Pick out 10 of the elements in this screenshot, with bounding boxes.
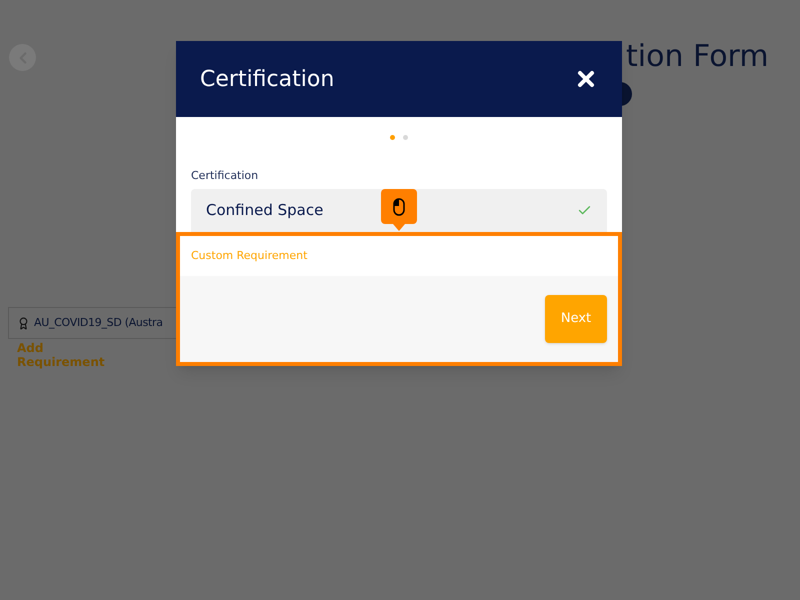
page-title: tion Form xyxy=(626,38,769,76)
custom-requirement-label: Custom Requirement xyxy=(191,248,308,264)
add-requirement-link[interactable]: Add Requirement xyxy=(17,341,107,369)
select-field[interactable]: Confined Space xyxy=(191,188,607,232)
award-icon xyxy=(17,316,30,330)
modal-title: Certification xyxy=(200,66,334,94)
mouse-icon xyxy=(393,198,405,216)
requirement-label: AU_COVID19_SD (Austra xyxy=(34,314,163,331)
next-button[interactable]: Next xyxy=(545,295,607,343)
field-label: Certification xyxy=(191,168,260,184)
